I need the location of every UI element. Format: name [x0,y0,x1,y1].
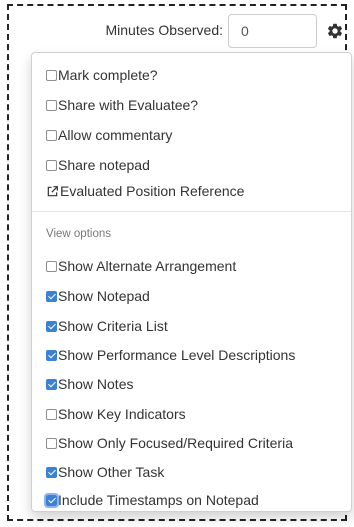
checkbox-icon[interactable] [46,437,57,449]
checkbox-checked-icon[interactable] [46,378,57,390]
checkbox-checked-icon[interactable] [46,466,57,478]
option-label: Mark complete? [58,67,158,83]
checkbox-checked-icon[interactable] [46,349,57,361]
option-label: Include Timestamps on Notepad [58,492,259,508]
checkbox-checked-icon[interactable] [44,492,59,508]
option-label: Show Notepad [58,288,150,304]
checkbox-icon[interactable] [46,408,57,420]
show-key-indicators-option[interactable]: Show Key Indicators [46,403,186,425]
option-label: Allow commentary [58,127,173,143]
evaluated-position-reference-link[interactable]: Evaluated Position Reference [46,180,244,202]
checkbox-icon[interactable] [46,159,57,171]
share-notepad-option[interactable]: Share notepad [46,154,150,176]
show-notepad-option[interactable]: Show Notepad [46,285,150,307]
share-with-evaluatee-option[interactable]: Share with Evaluatee? [46,94,198,116]
option-label: Show Only Focused/Required Criteria [58,435,293,451]
show-only-focused-required-criteria-option[interactable]: Show Only Focused/Required Criteria [46,432,293,454]
minutes-observed-label: Minutes Observed: [105,22,224,38]
checkbox-icon[interactable] [46,99,57,111]
allow-commentary-option[interactable]: Allow commentary [46,124,172,146]
option-label: Show Key Indicators [58,406,186,422]
option-label: Show Performance Level Descriptions [58,347,296,363]
external-link-icon [47,185,58,196]
show-criteria-list-option[interactable]: Show Criteria List [46,315,168,337]
show-notes-option[interactable]: Show Notes [46,373,133,395]
checkbox-icon[interactable] [46,69,57,81]
view-options-header: View options [46,228,111,240]
checkbox-icon[interactable] [46,260,57,272]
minutes-observed-input[interactable] [228,14,317,48]
option-label: Share notepad [58,157,150,173]
option-label: Show Alternate Arrangement [58,258,237,274]
checkbox-checked-icon[interactable] [46,290,57,302]
checkbox-checked-icon[interactable] [46,320,57,332]
option-label: Show Other Task [58,464,165,480]
mark-complete-option[interactable]: Mark complete? [46,64,158,86]
gear-icon[interactable] [326,22,344,40]
header-bar: Minutes Observed: [0,14,354,48]
reference-link-label: Evaluated Position Reference [60,183,245,199]
show-performance-level-descriptions-option[interactable]: Show Performance Level Descriptions [46,344,295,366]
options-dropdown-menu: Mark complete? Share with Evaluatee? All… [31,52,352,512]
show-alternate-arrangement-option[interactable]: Show Alternate Arrangement [46,255,236,277]
option-label: Show Criteria List [58,318,168,334]
show-other-task-option[interactable]: Show Other Task [46,461,164,483]
option-label: Show Notes [58,376,134,392]
menu-divider [32,211,351,212]
option-label: Share with Evaluatee? [58,97,199,113]
include-timestamps-on-notepad-option[interactable]: Include Timestamps on Notepad [44,489,259,511]
checkbox-icon[interactable] [46,129,57,141]
